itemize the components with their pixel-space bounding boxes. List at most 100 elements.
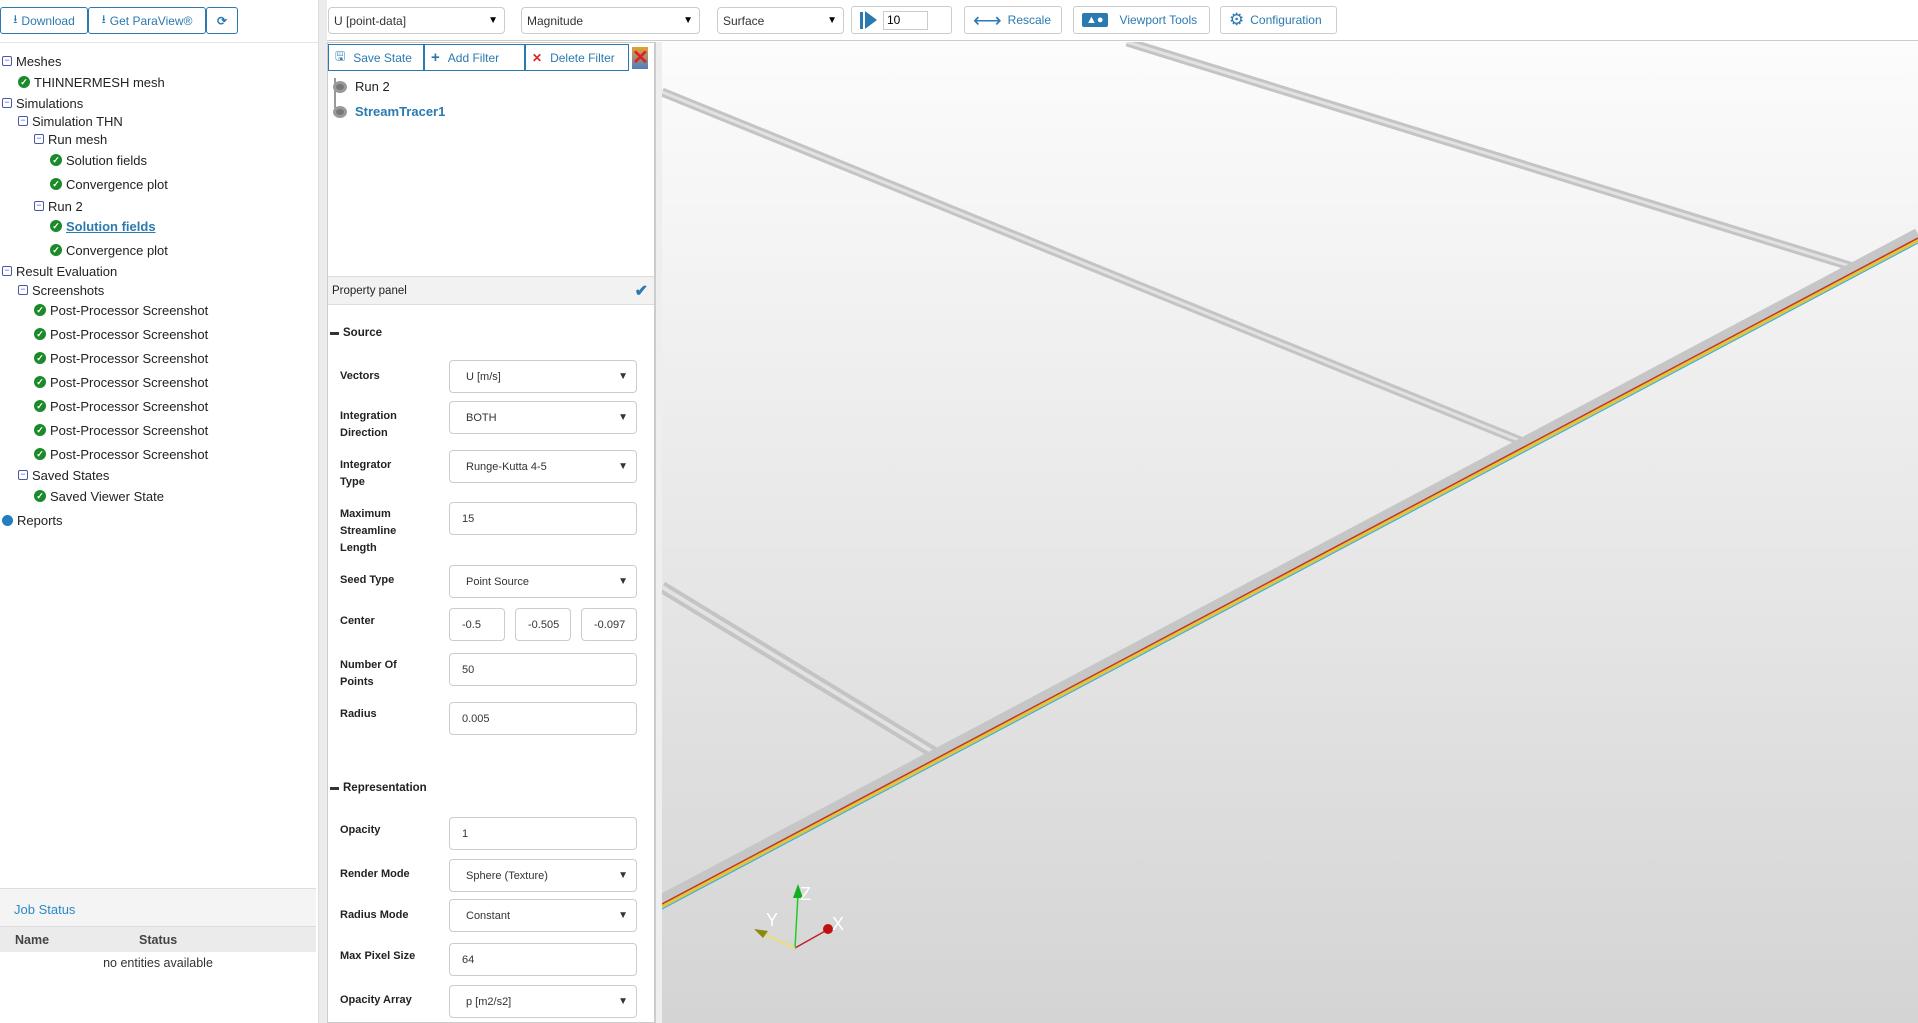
max-pixel-size-input[interactable]: 64 bbox=[449, 943, 637, 976]
max-streamline-length-label: Maximum Streamline Length bbox=[340, 508, 397, 554]
column-status[interactable]: Status bbox=[139, 933, 177, 947]
max-streamline-length-input[interactable]: 15 bbox=[449, 502, 637, 535]
center-x-input[interactable]: -0.5 bbox=[449, 608, 505, 641]
tree-simulations[interactable]: − Simulations bbox=[2, 94, 83, 112]
caret-down-icon: ▼ bbox=[618, 461, 628, 472]
tree-meshes[interactable]: − Meshes bbox=[2, 52, 62, 70]
render-mode-select[interactable]: Sphere (Texture) ▼ bbox=[449, 859, 637, 892]
integrator-type-select[interactable]: Runge-Kutta 4-5 ▼ bbox=[449, 450, 637, 483]
tree-saved-viewer-state[interactable]: ✓ Saved Viewer State bbox=[34, 487, 164, 505]
tree-saved-states[interactable]: − Saved States bbox=[18, 466, 109, 484]
job-status-panel: Job Status Name Status no entities avail… bbox=[0, 888, 316, 1023]
tree-simulation-thn[interactable]: − Simulation THN bbox=[18, 112, 123, 130]
x-axis-label: X bbox=[832, 914, 844, 934]
panel-splitter[interactable] bbox=[655, 42, 662, 1023]
download-icon: ⭳ bbox=[101, 12, 106, 26]
clear-pipeline-icon[interactable]: ✕ bbox=[632, 47, 649, 69]
tree-run-mesh[interactable]: − Run mesh bbox=[34, 130, 107, 148]
plus-icon: + bbox=[431, 49, 440, 66]
download-icon: ⭳ bbox=[13, 12, 18, 26]
eye-icon[interactable] bbox=[333, 105, 347, 118]
get-paraview-button[interactable]: ⭳ Get ParaView® bbox=[88, 7, 206, 34]
tree-run2[interactable]: − Run 2 bbox=[34, 197, 83, 215]
divider bbox=[327, 40, 1918, 41]
opacity-array-select[interactable]: p [m2/s2] ▼ bbox=[449, 985, 637, 1018]
check-icon: ✓ bbox=[34, 352, 46, 364]
mesh-edge bbox=[662, 581, 940, 760]
check-icon: ✓ bbox=[50, 154, 62, 166]
frame-input[interactable] bbox=[883, 10, 928, 30]
radius-input[interactable]: 0.005 bbox=[449, 702, 637, 735]
download-button[interactable]: ⭳ Download bbox=[0, 7, 88, 34]
column-name[interactable]: Name bbox=[15, 933, 139, 947]
tree-screenshot-item[interactable]: ✓ Post-Processor Screenshot bbox=[34, 373, 208, 391]
representation-section-toggle[interactable]: Representation bbox=[330, 782, 427, 794]
opacity-input[interactable]: 1 bbox=[449, 817, 637, 850]
tree-screenshot-item[interactable]: ✓ Post-Processor Screenshot bbox=[34, 397, 208, 415]
collapse-icon[interactable]: − bbox=[34, 201, 44, 211]
collapse-icon[interactable]: − bbox=[18, 116, 28, 126]
apply-check-icon[interactable]: ✔ bbox=[635, 281, 648, 301]
representation-select[interactable]: Surface ▼ bbox=[717, 7, 844, 34]
panel-splitter[interactable] bbox=[318, 0, 327, 1023]
tree-mesh-item[interactable]: ✓ THINNERMESH mesh bbox=[18, 73, 165, 91]
source-section-toggle[interactable]: Source bbox=[330, 327, 382, 339]
configuration-button[interactable]: ⚙ Configuration bbox=[1220, 6, 1337, 34]
scene: X Z Y bbox=[662, 42, 1918, 949]
play-icon[interactable] bbox=[860, 11, 877, 29]
rescale-button[interactable]: ⟷ Rescale bbox=[964, 6, 1062, 34]
tree-reports[interactable]: Reports bbox=[2, 511, 63, 529]
component-select[interactable]: Magnitude ▼ bbox=[521, 7, 700, 34]
check-icon: ✓ bbox=[50, 178, 62, 190]
collapse-icon[interactable]: − bbox=[18, 470, 28, 480]
check-icon: ✓ bbox=[34, 304, 46, 316]
opacity-array-label: Opacity Array bbox=[340, 994, 412, 1006]
tree-solution-fields[interactable]: ✓ Solution fields bbox=[50, 151, 147, 169]
radius-mode-select[interactable]: Constant ▼ bbox=[449, 899, 637, 932]
collapse-icon[interactable]: − bbox=[2, 56, 12, 66]
refresh-button[interactable]: ⟳ bbox=[206, 7, 238, 34]
center-y-input[interactable]: -0.505 bbox=[515, 608, 571, 641]
tree-convergence-plot[interactable]: ✓ Convergence plot bbox=[50, 241, 168, 259]
save-state-button[interactable]: 🖫 Save State bbox=[328, 44, 424, 71]
vectors-select[interactable]: U [m/s] ▼ bbox=[449, 360, 637, 393]
collapse-icon[interactable]: − bbox=[18, 285, 28, 295]
tree-screenshot-item[interactable]: ✓ Post-Processor Screenshot bbox=[34, 421, 208, 439]
eye-icon[interactable] bbox=[333, 80, 347, 93]
collapse-icon[interactable]: − bbox=[34, 134, 44, 144]
radius-label: Radius bbox=[340, 708, 377, 720]
add-filter-button[interactable]: + Add Filter bbox=[424, 44, 525, 71]
arrows-horizontal-icon: ⟷ bbox=[973, 9, 1002, 32]
tree-screenshot-item[interactable]: ✓ Post-Processor Screenshot bbox=[34, 445, 208, 463]
seed-type-select[interactable]: Point Source ▼ bbox=[449, 565, 637, 598]
job-table-header: Name Status bbox=[0, 927, 316, 952]
collapse-icon[interactable]: − bbox=[2, 98, 12, 108]
tree-screenshot-item[interactable]: ✓ Post-Processor Screenshot bbox=[34, 349, 208, 367]
pipeline-item-selected[interactable]: StreamTracer1 bbox=[333, 104, 445, 119]
tree-convergence-plot[interactable]: ✓ Convergence plot bbox=[50, 175, 168, 193]
integrator-type-label: Integrator Type bbox=[340, 459, 392, 488]
field-select[interactable]: U [point-data] ▼ bbox=[328, 7, 505, 34]
tree-screenshots[interactable]: − Screenshots bbox=[18, 281, 104, 299]
collapse-icon[interactable]: − bbox=[2, 266, 12, 276]
check-icon: ✓ bbox=[34, 424, 46, 436]
tree-screenshot-item[interactable]: ✓ Post-Processor Screenshot bbox=[34, 301, 208, 319]
mesh-edge bbox=[662, 87, 1525, 447]
center-label: Center bbox=[340, 615, 375, 627]
3d-viewport[interactable]: X Z Y bbox=[662, 42, 1918, 1023]
vectors-label: Vectors bbox=[340, 370, 380, 382]
integration-direction-select[interactable]: BOTH ▼ bbox=[449, 401, 637, 434]
caret-down-icon: ▼ bbox=[827, 15, 837, 26]
save-icon: 🖫 bbox=[335, 49, 346, 63]
check-icon: ✓ bbox=[34, 448, 46, 460]
tree-result-evaluation[interactable]: − Result Evaluation bbox=[2, 262, 117, 280]
pipeline-item[interactable]: Run 2 bbox=[333, 79, 390, 94]
number-of-points-input[interactable]: 50 bbox=[449, 653, 637, 686]
divider bbox=[0, 42, 318, 43]
delete-filter-button[interactable]: ✕ Delete Filter bbox=[525, 44, 629, 71]
viewport-tools-button[interactable]: ▲● Viewport Tools bbox=[1073, 6, 1210, 34]
tree-screenshot-item[interactable]: ✓ Post-Processor Screenshot bbox=[34, 325, 208, 343]
caret-down-icon: ▼ bbox=[488, 15, 498, 26]
center-z-input[interactable]: -0.097 bbox=[581, 608, 637, 641]
tree-solution-fields-active[interactable]: ✓ Solution fields bbox=[50, 217, 156, 235]
